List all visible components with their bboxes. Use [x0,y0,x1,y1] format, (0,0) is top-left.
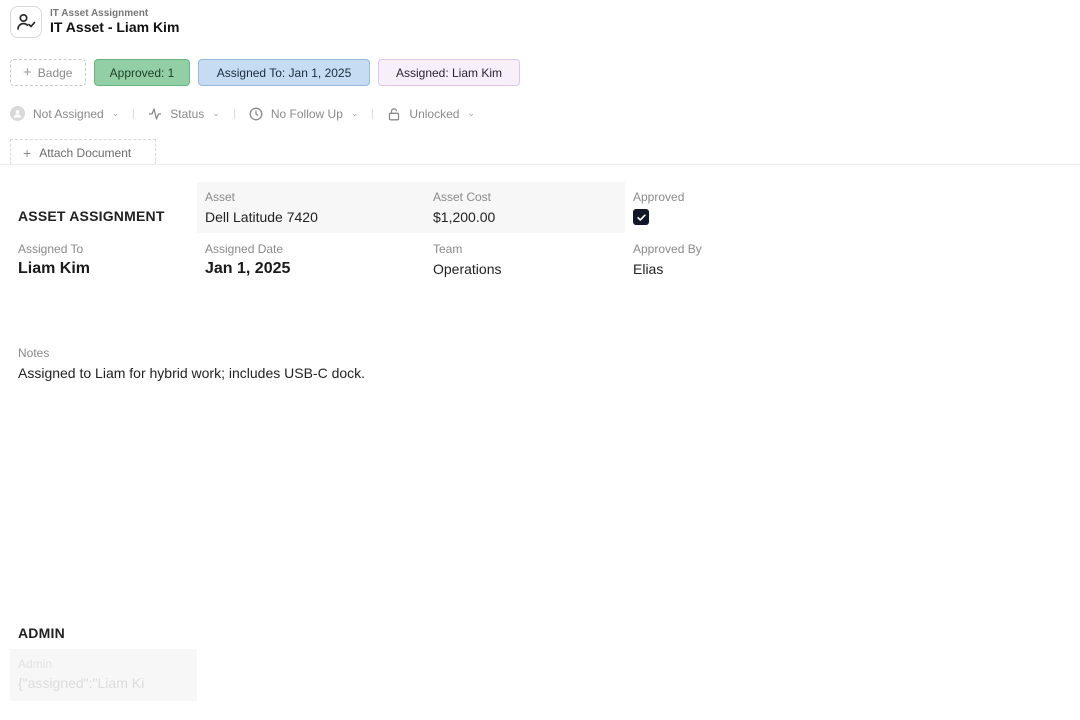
add-badge-button[interactable]: + Badge [10,59,86,86]
approved-checkbox[interactable] [633,209,649,225]
team-label: Team [433,242,463,256]
admin-field[interactable]: Admin {"assigned":"Liam Ki [10,649,197,701]
asset-cost-field[interactable]: Asset Cost $1,200.00 [433,190,495,225]
chevron-down-icon: ⌄ [350,108,359,118]
assigned-to-value: Liam Kim [18,260,91,277]
approved-by-field[interactable]: Approved By Elias [633,242,702,277]
asset-cost-value: $1,200.00 [433,209,496,225]
record-toolbar: Not Assigned ⌄ Status ⌄ No Follow Up ⌄ U… [10,106,475,121]
chevron-down-icon: ⌄ [111,108,120,118]
notes-field[interactable]: Notes Assigned to Liam for hybrid work; … [18,346,365,381]
chevron-down-icon: ⌄ [212,108,220,118]
plus-icon: + [23,144,32,161]
asset-cost-label: Asset Cost [433,190,492,204]
assigned-to-label: Assigned To [18,242,84,256]
attach-document-label: Attach Document [39,145,132,160]
admin-label: Admin [18,657,53,671]
add-badge-label: Badge [37,65,73,80]
assigned-date-value: Jan 1, 2025 [205,260,291,277]
admin-value: {"assigned":"Liam Ki [18,675,145,691]
toolbar-divider [133,108,135,119]
lock-dropdown[interactable]: Unlocked ⌄ [387,107,475,121]
notes-value: Assigned to Liam for hybrid work; includ… [18,365,366,381]
badge-row: + Badge Approved: 1 Assigned To: Jan 1, … [10,59,520,86]
assigned-to-field[interactable]: Assigned To Liam Kim [18,242,90,278]
asset-value: Dell Latitude 7420 [205,209,318,225]
assignee-label: Not Assigned [33,106,104,121]
asset-label: Asset [205,190,236,204]
page-subtitle: IT Asset Assignment [50,8,149,20]
assigned-date-label: Assigned Date [205,242,284,256]
section-divider [0,164,1080,165]
approved-field: Approved [633,190,684,225]
status-dropdown[interactable]: Status ⌄ [148,107,220,121]
avatar [10,106,25,121]
user-check-icon [10,6,42,38]
approved-by-value: Elias [633,261,664,277]
approved-by-label: Approved By [633,242,702,256]
toolbar-divider [233,108,235,119]
attach-document-button[interactable]: + Attach Document [10,139,156,165]
notes-label: Notes [18,346,50,360]
approved-label: Approved [633,190,685,204]
team-field[interactable]: Team Operations [433,242,501,277]
plus-icon: + [23,64,32,81]
follow-up-dropdown[interactable]: No Follow Up ⌄ [249,106,359,121]
assigned-date-field[interactable]: Assigned Date Jan 1, 2025 [205,242,290,278]
assigned-to-badge[interactable]: Assigned To: Jan 1, 2025 [198,59,370,86]
admin-heading: ADMIN [18,625,65,641]
clock-icon [249,107,263,120]
chevron-down-icon: ⌄ [467,108,475,118]
status-label: Status [170,106,205,121]
assigned-badge[interactable]: Assigned: Liam Kim [378,59,520,86]
page-title: IT Asset - Liam Kim [50,19,180,36]
checkmark-icon [636,213,646,221]
follow-up-label: No Follow Up [270,106,343,121]
asset-assignment-heading: ASSET ASSIGNMENT [18,208,165,224]
approved-badge[interactable]: Approved: 1 [94,59,190,86]
toolbar-divider [372,108,374,119]
assignee-dropdown[interactable]: Not Assigned ⌄ [10,106,119,121]
unlock-icon [389,107,400,120]
page-header: IT Asset Assignment IT Asset - Liam Kim [10,6,179,38]
team-value: Operations [433,261,502,277]
activity-icon [149,107,162,120]
asset-field[interactable]: Asset Dell Latitude 7420 [205,190,318,225]
lock-label: Unlocked [409,106,460,121]
